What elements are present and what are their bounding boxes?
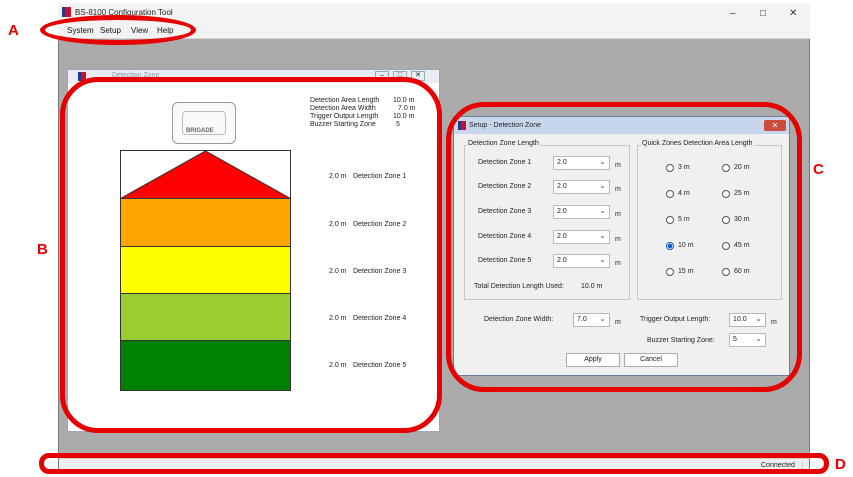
callout-a: A [8, 22, 19, 39]
close-icon[interactable]: ✕ [789, 8, 797, 19]
annotation-ring-c [446, 102, 802, 392]
callout-b: B [37, 241, 48, 258]
annotation-ring-d [39, 453, 829, 474]
callout-d: D [835, 456, 846, 473]
annotation-ring-b [60, 77, 442, 433]
minimize-icon[interactable]: – [730, 8, 736, 19]
maximize-icon[interactable]: □ [760, 8, 766, 19]
app-logo-icon [62, 7, 71, 17]
annotation-ring-a [40, 15, 196, 45]
callout-c: C [813, 161, 824, 178]
